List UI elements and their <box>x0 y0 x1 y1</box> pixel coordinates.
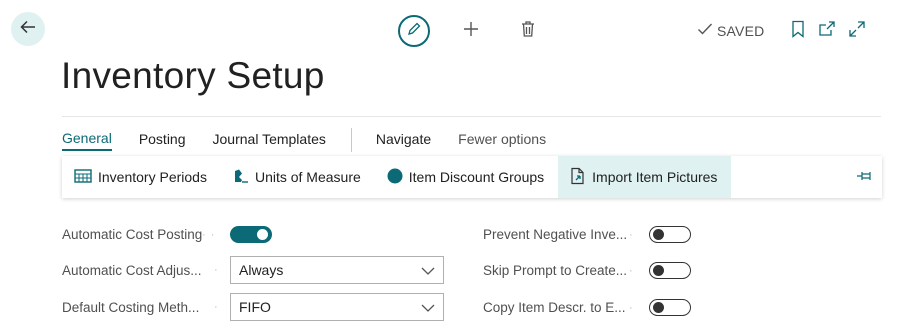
back-button[interactable] <box>11 12 45 46</box>
field-dots: · <box>214 301 219 313</box>
field-label: Automatic Cost Adjus... <box>62 262 202 278</box>
prevent-negative-inventory-toggle[interactable] <box>649 226 691 243</box>
action-import-item-pictures[interactable]: Import Item Pictures <box>558 156 732 198</box>
import-document-icon <box>570 167 586 188</box>
checkmark-icon <box>697 22 713 39</box>
action-label: Import Item Pictures <box>592 169 718 185</box>
field-dots: · <box>629 264 634 277</box>
saved-label: SAVED <box>717 22 765 39</box>
field-label: Prevent Negative Inve... <box>483 227 628 242</box>
action-bar: Inventory Periods Units of Measure Item … <box>62 156 882 198</box>
field-dots: · · <box>202 228 216 241</box>
tab-general[interactable]: General <box>62 130 112 151</box>
expand-icon[interactable] <box>848 20 866 43</box>
tab-fewer-options[interactable]: Fewer options <box>458 131 546 150</box>
field-automatic-cost-posting: Automatic Cost Posting · · <box>62 226 272 243</box>
new-button[interactable] <box>459 19 483 43</box>
field-copy-item-descr: Copy Item Descr. to E... · <box>483 299 691 316</box>
action-item-discount-groups[interactable]: Item Discount Groups <box>375 156 558 198</box>
action-label: Units of Measure <box>254 169 361 185</box>
action-label: Inventory Periods <box>98 169 207 185</box>
tab-posting[interactable]: Posting <box>139 131 186 150</box>
arrow-left-icon <box>19 18 37 41</box>
automatic-cost-posting-toggle[interactable] <box>230 226 272 243</box>
skip-prompt-to-create-toggle[interactable] <box>649 262 691 279</box>
action-units-of-measure[interactable]: Units of Measure <box>221 156 375 198</box>
field-dots: · <box>629 228 634 241</box>
field-label: Skip Prompt to Create... <box>483 263 628 278</box>
field-dots: · <box>629 301 634 314</box>
select-value: FIFO <box>239 299 271 315</box>
tab-separator <box>350 128 352 152</box>
chevron-down-icon <box>421 299 435 315</box>
automatic-cost-adjustment-select[interactable]: Always <box>230 256 444 284</box>
action-inventory-periods[interactable]: Inventory Periods <box>62 156 221 198</box>
action-label: Item Discount Groups <box>408 169 545 185</box>
chevron-down-icon <box>421 262 435 278</box>
trash-icon <box>520 20 536 43</box>
copy-item-descr-toggle[interactable] <box>649 299 691 316</box>
page-options <box>790 20 866 43</box>
saved-status: SAVED <box>697 22 764 39</box>
action-tabs: General Posting Journal Templates Naviga… <box>62 128 573 152</box>
field-default-costing-method: Default Costing Meth... · FIFO <box>62 293 444 321</box>
record-toolbar <box>398 12 540 50</box>
bookmark-icon[interactable] <box>790 20 806 43</box>
edit-button[interactable] <box>398 15 430 47</box>
field-prevent-negative-inventory: Prevent Negative Inve... · <box>483 226 691 243</box>
select-value: Always <box>239 262 284 278</box>
default-costing-method-select[interactable]: FIFO <box>230 293 444 321</box>
field-label: Copy Item Descr. to E... <box>483 300 626 315</box>
field-automatic-cost-adjustment: Automatic Cost Adjus... · Always <box>62 256 444 284</box>
calendar-grid-icon <box>74 168 92 186</box>
field-skip-prompt-to-create: Skip Prompt to Create... · <box>483 262 691 279</box>
divider <box>62 116 881 117</box>
field-label: Default Costing Meth... <box>62 299 200 315</box>
circle-icon <box>387 168 403 187</box>
field-dots: · <box>214 264 219 276</box>
pencil-icon <box>406 21 422 42</box>
plus-icon <box>462 20 480 43</box>
delete-button[interactable] <box>516 19 540 43</box>
pin-icon[interactable] <box>856 169 874 188</box>
field-label: Automatic Cost Posting <box>62 227 202 242</box>
tab-journal-templates[interactable]: Journal Templates <box>213 131 326 150</box>
tab-navigate[interactable]: Navigate <box>376 131 431 150</box>
units-of-measure-icon <box>233 168 249 187</box>
open-new-window-icon[interactable] <box>818 20 836 43</box>
page-title: Inventory Setup <box>61 55 325 96</box>
